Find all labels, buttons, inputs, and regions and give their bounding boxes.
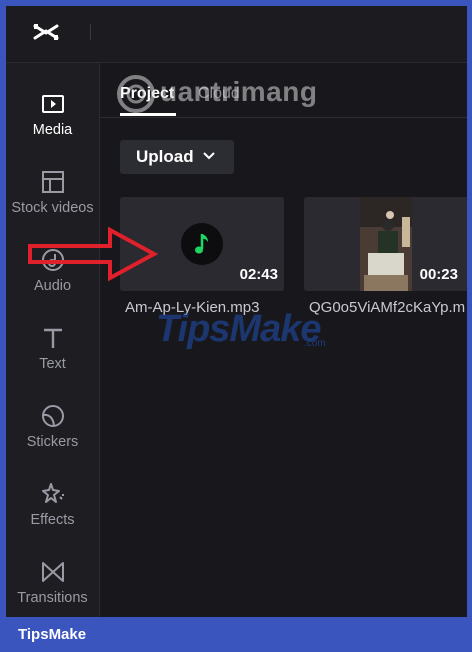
top-bar — [6, 6, 467, 63]
watermark-logo-icon — [117, 75, 155, 113]
media-filename: QG0o5ViAMf2cKaYp.m — [309, 299, 466, 316]
sidebar-item-label: Transitions — [17, 590, 88, 606]
sidebar-item-text[interactable]: Text — [6, 325, 99, 395]
capcut-app-window: Media Stock videos Audio Text Stickers E… — [6, 6, 467, 617]
audio-thumbnail — [181, 223, 223, 265]
annotation-arrow-icon — [28, 226, 158, 282]
video-thumbnail-image — [360, 197, 412, 291]
transitions-icon — [41, 562, 64, 582]
sidebar-item-effects[interactable]: Effects — [6, 481, 99, 551]
footer-brand: TipsMake — [18, 626, 87, 643]
stickers-icon — [41, 405, 64, 427]
text-icon — [43, 328, 62, 348]
effects-icon — [41, 483, 64, 503]
media-icon — [41, 95, 64, 113]
sidebar-item-label: Stock videos — [11, 200, 94, 216]
watermark-quantrimang: uantrimang — [114, 72, 344, 122]
watermark-tipsmake-suffix: .com — [304, 338, 326, 349]
sidebar-item-transitions[interactable]: Transitions — [6, 559, 99, 617]
chevron-down-icon — [203, 152, 215, 160]
sidebar-item-label: Effects — [30, 512, 75, 528]
media-card-video[interactable]: 00:23 — [304, 197, 467, 291]
sidebar-item-label: Stickers — [26, 434, 79, 450]
video-thumbnail — [360, 197, 412, 291]
upload-button-label: Upload — [136, 147, 194, 166]
upload-button[interactable]: Upload — [120, 140, 234, 174]
sidebar-item-stickers[interactable]: Stickers — [6, 403, 99, 473]
media-duration: 02:43 — [239, 266, 278, 283]
sidebar-item-label: Text — [39, 356, 66, 372]
music-note-icon — [195, 234, 208, 254]
footer-bar: TipsMake — [0, 617, 472, 652]
sidebar: Media Stock videos Audio Text Stickers E… — [6, 63, 100, 617]
top-divider — [90, 24, 91, 40]
sidebar-item-media[interactable]: Media — [6, 91, 99, 161]
stock-videos-icon — [41, 171, 64, 193]
sidebar-item-label: Media — [32, 122, 73, 138]
capcut-logo-icon[interactable] — [32, 20, 60, 44]
watermark-tipsmake: TipsMake — [156, 308, 321, 350]
watermark-text: uantrimang — [160, 76, 318, 107]
media-duration: 00:23 — [419, 266, 458, 283]
